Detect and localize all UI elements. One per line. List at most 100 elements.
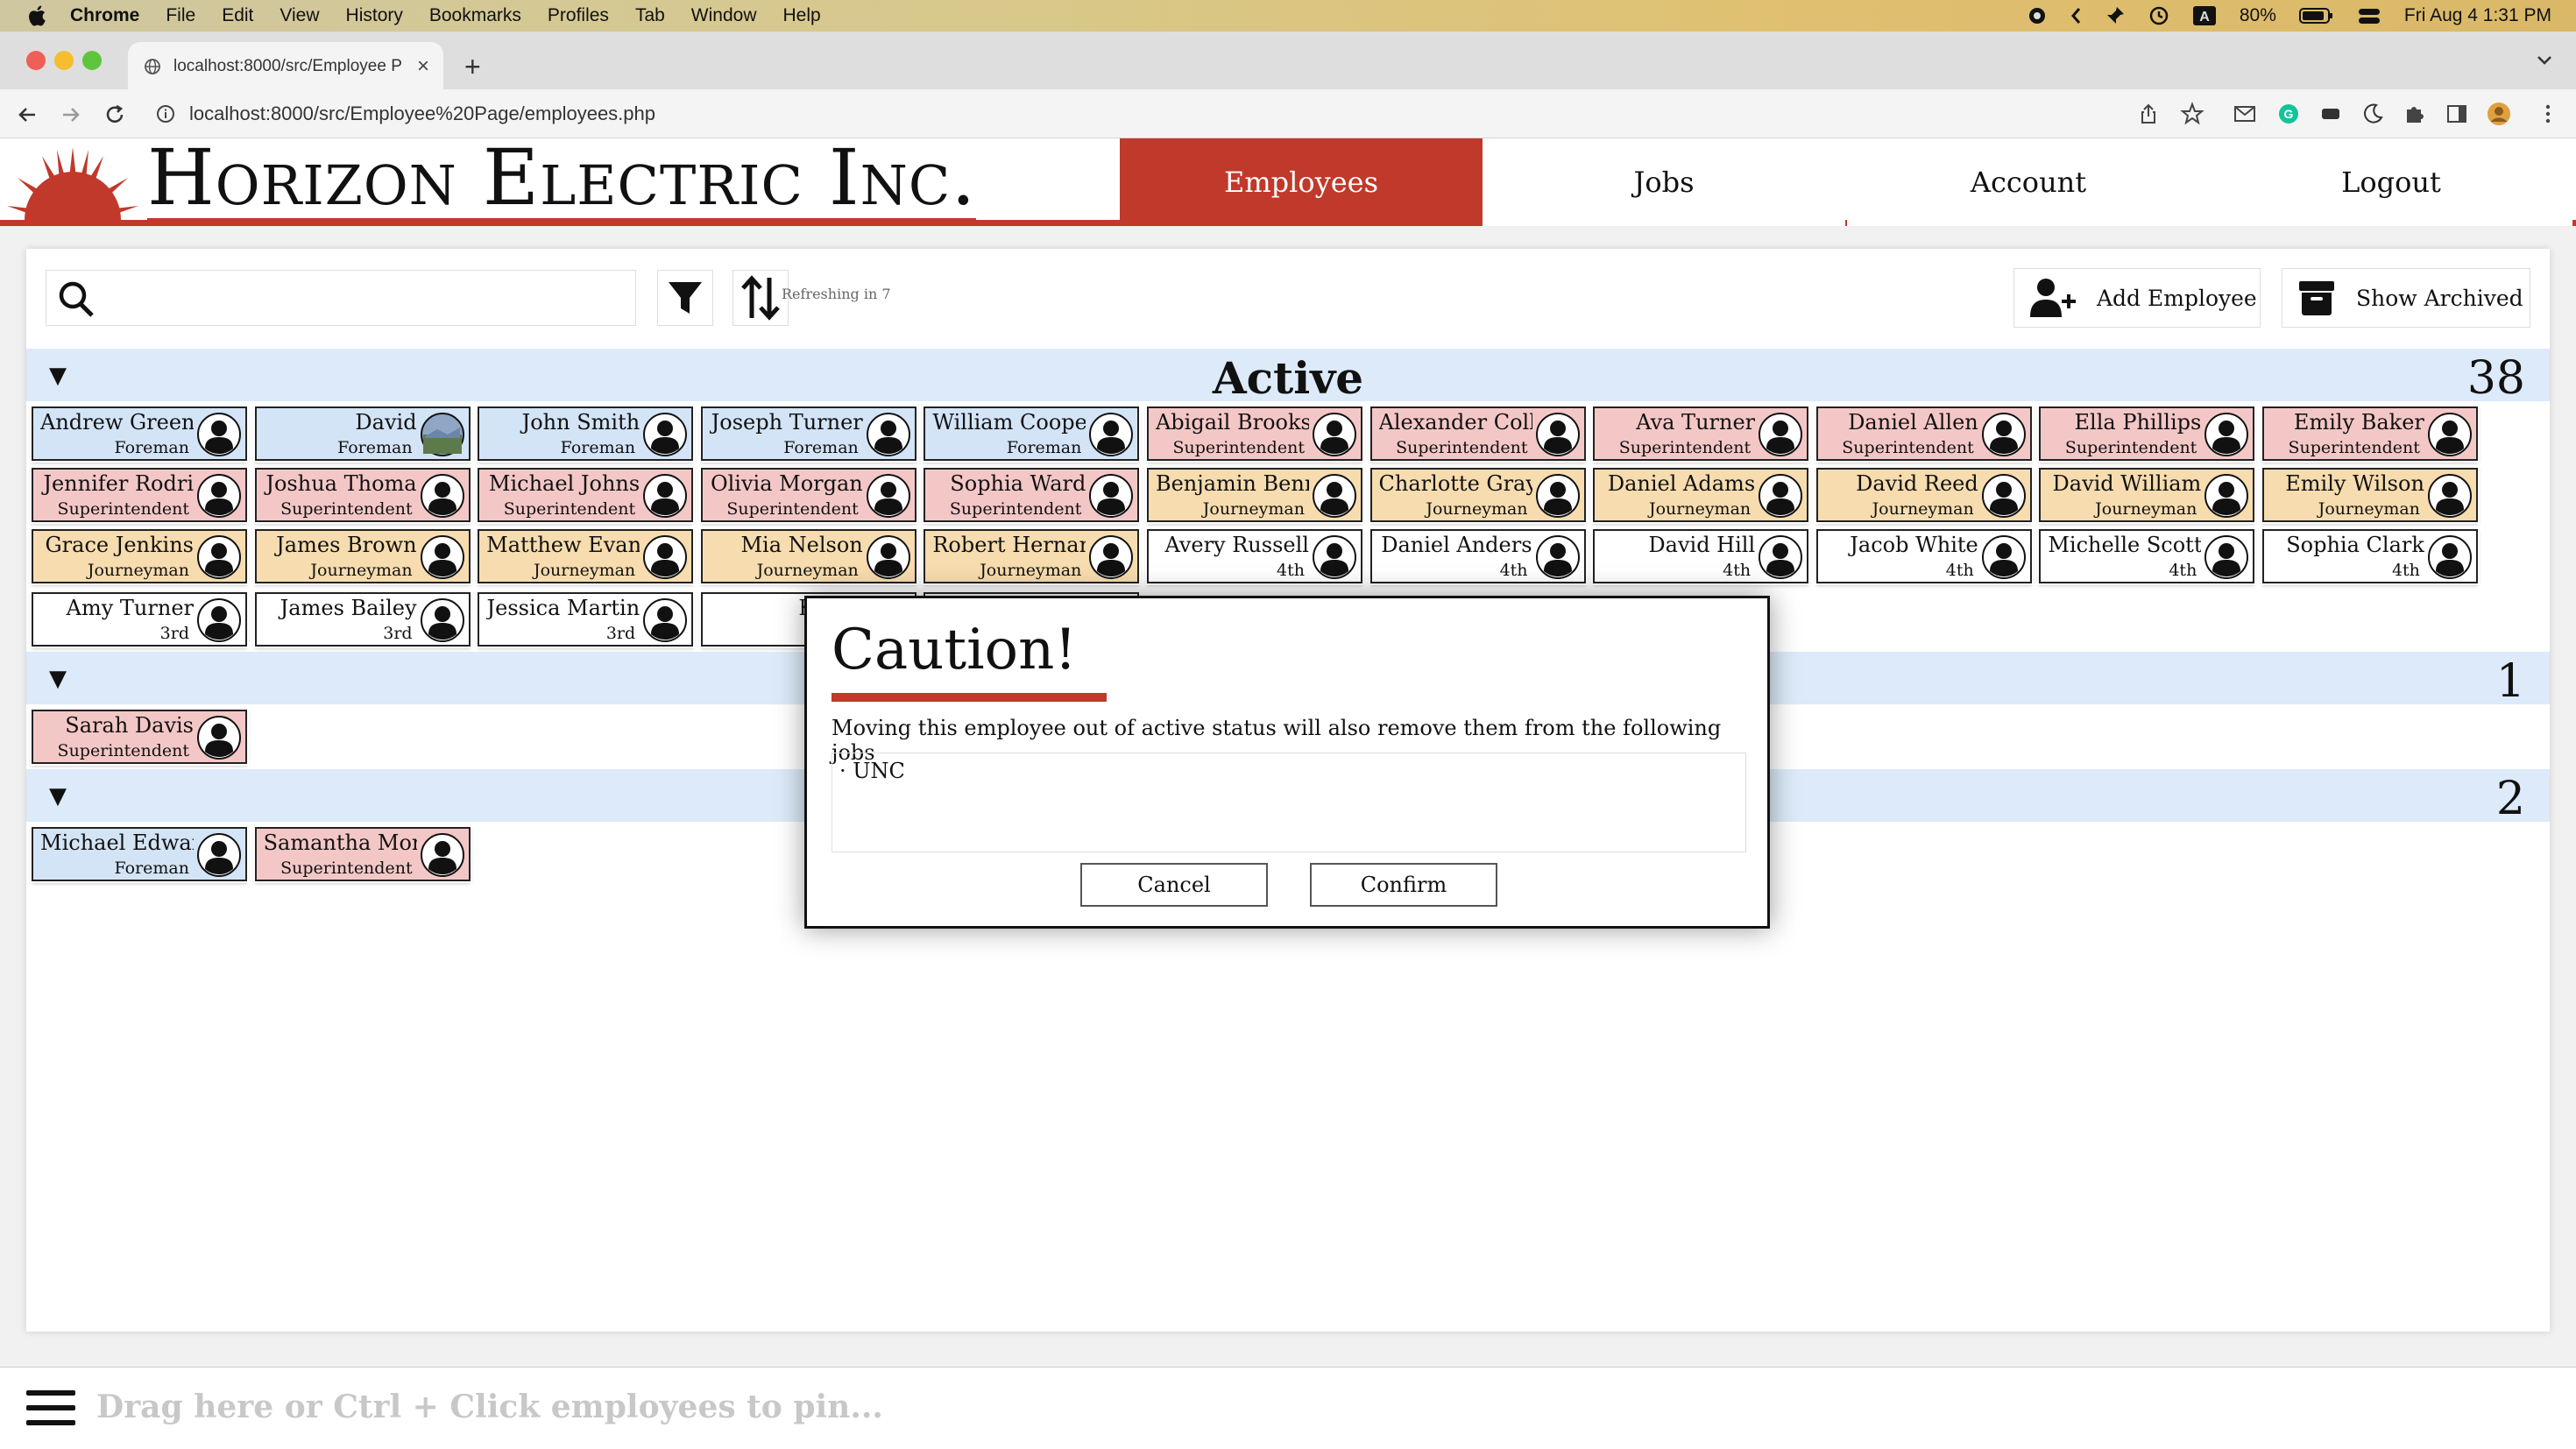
menu-profiles[interactable]: Profiles: [548, 5, 609, 26]
menu-help[interactable]: Help: [783, 5, 821, 26]
employee-card[interactable]: Joshua Thoma Superintendent: [254, 468, 471, 522]
menu-app-name[interactable]: Chrome: [70, 5, 139, 26]
side-panel-icon[interactable]: [2445, 102, 2469, 126]
employee-card[interactable]: Avery Russell 4th: [1146, 529, 1362, 583]
employee-card[interactable]: James Brown Journeyman: [254, 529, 471, 583]
employee-card[interactable]: Sophia Ward Superintendent: [924, 468, 1140, 522]
window-minimize-button[interactable]: [54, 51, 74, 70]
time-machine-icon[interactable]: [2148, 5, 2169, 26]
employee-card[interactable]: Sarah Davis Superintendent: [32, 710, 247, 764]
menu-bookmarks[interactable]: Bookmarks: [429, 5, 521, 26]
sort-button[interactable]: [732, 270, 789, 326]
employee-role: Foreman: [560, 438, 636, 457]
nav-logout[interactable]: Logout: [2210, 138, 2572, 226]
pin-bar[interactable]: Drag here or Ctrl + Click employees to p…: [0, 1367, 2576, 1449]
avatar-icon: [1535, 534, 1581, 580]
tab-close-icon[interactable]: ×: [417, 54, 429, 79]
employee-card[interactable]: Samantha Mor Superintendent: [254, 827, 471, 881]
hamburger-menu-icon[interactable]: [26, 1387, 75, 1429]
menu-file[interactable]: File: [166, 5, 195, 26]
employee-card[interactable]: David William Journeyman: [2039, 468, 2255, 522]
menu-window[interactable]: Window: [691, 5, 757, 26]
menu-edit[interactable]: Edit: [222, 5, 253, 26]
apple-icon[interactable]: [25, 3, 51, 29]
employee-card[interactable]: Amy Turner 3rd: [32, 592, 247, 647]
filter-button[interactable]: [657, 270, 713, 326]
employee-card[interactable]: Jacob White 4th: [1815, 529, 2032, 583]
employee-card[interactable]: Emily Wilson Journeyman: [2261, 468, 2478, 522]
employee-card[interactable]: Charlotte Gray Journeyman: [1369, 468, 1586, 522]
menu-view[interactable]: View: [280, 5, 319, 26]
incognito-extension-icon[interactable]: [2318, 102, 2343, 126]
collapse-triangle-icon[interactable]: ▼: [49, 666, 67, 692]
employee-card[interactable]: Matthew Evan Journeyman: [478, 529, 694, 583]
mail-extension-icon[interactable]: [2233, 102, 2257, 126]
share-icon[interactable]: [2136, 102, 2161, 126]
employee-card[interactable]: Daniel Anders 4th: [1369, 529, 1586, 583]
cancel-button[interactable]: Cancel: [1080, 863, 1268, 907]
employee-card[interactable]: Michael Johns Superintendent: [478, 468, 694, 522]
employee-card[interactable]: David Hill 4th: [1593, 529, 1809, 583]
employee-card[interactable]: Abigail Brooks Superintendent: [1146, 406, 1362, 461]
group-header-active[interactable]: ▼ Active 38: [26, 349, 2550, 405]
pin-icon[interactable]: [2105, 5, 2126, 26]
tab-search-chevron-icon[interactable]: [2536, 54, 2553, 67]
info-icon[interactable]: [156, 104, 175, 124]
grammarly-icon[interactable]: G: [2276, 102, 2301, 126]
confirm-button[interactable]: Confirm: [1310, 863, 1497, 907]
puzzle-extensions-icon[interactable]: [2403, 102, 2427, 126]
battery-icon[interactable]: [2298, 6, 2334, 25]
employee-card[interactable]: Jennifer Rodri Superintendent: [32, 468, 247, 522]
menu-tab[interactable]: Tab: [635, 5, 665, 26]
employee-card[interactable]: Mia Nelson Journeyman: [700, 529, 916, 583]
clock[interactable]: Fri Aug 4 1:31 PM: [2404, 5, 2551, 26]
window-zoom-button[interactable]: [82, 51, 102, 70]
employee-card[interactable]: Joseph Turner Foreman: [700, 406, 916, 461]
show-archived-button[interactable]: Show Archived: [2282, 268, 2530, 328]
chevron-left-icon[interactable]: [2070, 6, 2082, 25]
browser-tab[interactable]: localhost:8000/src/Employee P ×: [128, 42, 443, 91]
new-tab-button[interactable]: +: [464, 51, 481, 83]
nav-employees[interactable]: Employees: [1120, 138, 1483, 226]
employee-card[interactable]: Daniel Allen Superintendent: [1815, 406, 2032, 461]
address-bar[interactable]: localhost:8000/src/Employee%20Page/emplo…: [149, 95, 2164, 133]
employee-card[interactable]: Jessica Martin 3rd: [478, 592, 694, 647]
employee-card[interactable]: Ella Phillips Superintendent: [2039, 406, 2255, 461]
bookmark-star-icon[interactable]: [2180, 102, 2204, 126]
employee-role: Superintendent: [2288, 438, 2420, 457]
employee-card[interactable]: Michael Edwar Foreman: [32, 827, 247, 881]
employee-card[interactable]: David Foreman: [254, 406, 471, 461]
chrome-menu-icon[interactable]: [2536, 102, 2560, 126]
employee-card[interactable]: Daniel Adams Journeyman: [1593, 468, 1809, 522]
input-source-icon[interactable]: A: [2192, 5, 2217, 26]
nav-account[interactable]: Account: [1847, 138, 2210, 226]
employee-card[interactable]: Alexander Coll Superintendent: [1369, 406, 1586, 461]
employee-card[interactable]: Ava Turner Superintendent: [1593, 406, 1809, 461]
employee-card[interactable]: Andrew Green Foreman: [32, 406, 247, 461]
reload-icon[interactable]: [102, 102, 128, 128]
employee-card[interactable]: David Reed Journeyman: [1815, 468, 2032, 522]
menu-history[interactable]: History: [346, 5, 403, 26]
employee-card[interactable]: Emily Baker Superintendent: [2261, 406, 2478, 461]
add-employee-button[interactable]: Add Employee: [2013, 268, 2261, 328]
employee-card[interactable]: Sophia Clark 4th: [2261, 529, 2478, 583]
employee-card[interactable]: William Coope Foreman: [924, 406, 1140, 461]
record-icon[interactable]: [2028, 6, 2047, 25]
moon-extension-icon[interactable]: [2360, 102, 2385, 126]
forward-icon[interactable]: [58, 102, 84, 128]
collapse-triangle-icon[interactable]: ▼: [49, 783, 67, 809]
employee-card[interactable]: Benjamin Benr Journeyman: [1146, 468, 1362, 522]
employee-card[interactable]: Michelle Scott 4th: [2039, 529, 2255, 583]
back-icon[interactable]: [14, 102, 40, 128]
employee-card[interactable]: James Bailey 3rd: [254, 592, 471, 647]
employee-card[interactable]: Olivia Morgan Superintendent: [700, 468, 916, 522]
profile-avatar-icon[interactable]: [2487, 102, 2511, 126]
employee-card[interactable]: Grace Jenkins Journeyman: [32, 529, 247, 583]
employee-card[interactable]: Robert Hernan Journeyman: [924, 529, 1140, 583]
search-input[interactable]: [46, 270, 636, 326]
nav-jobs[interactable]: Jobs: [1483, 138, 1845, 226]
control-center-icon[interactable]: [2357, 6, 2381, 25]
employee-card[interactable]: John Smith Foreman: [478, 406, 694, 461]
window-close-button[interactable]: [26, 51, 46, 70]
company-logo[interactable]: Horizon Electric Inc.: [7, 138, 977, 226]
